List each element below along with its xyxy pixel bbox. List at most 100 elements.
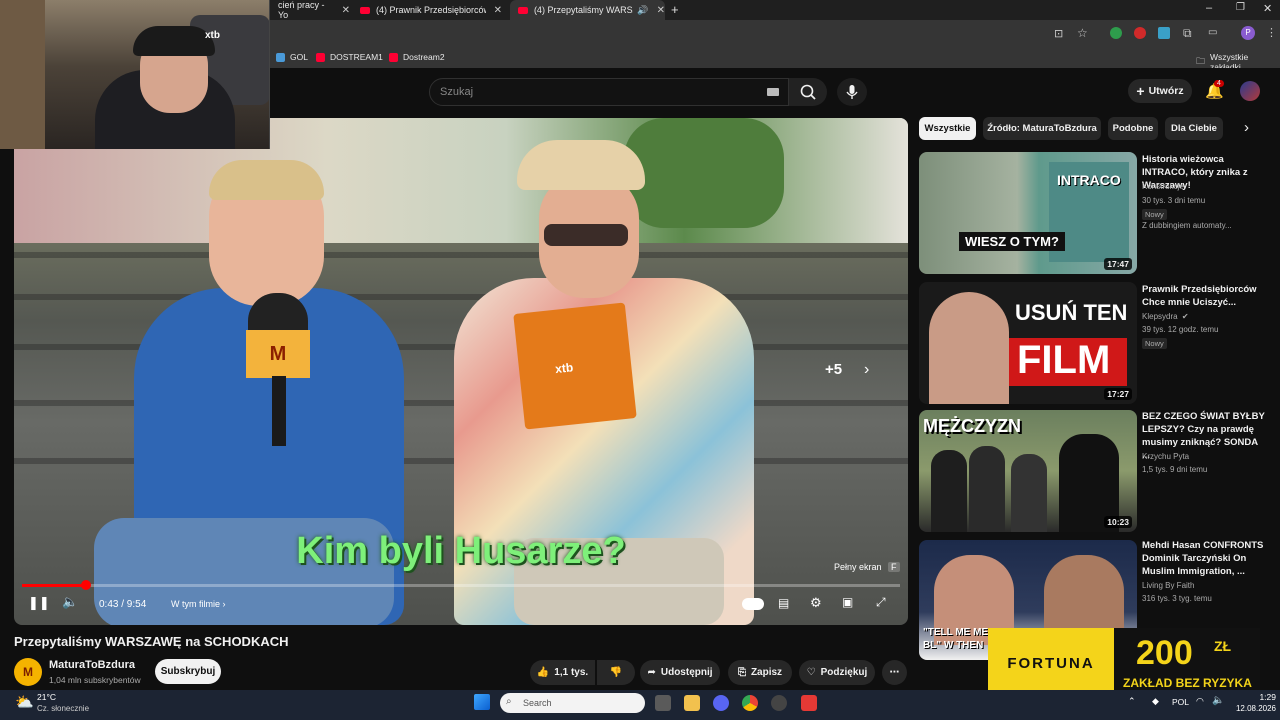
video-thumbnail[interactable]: MĘŻCZYZN 10:23 [919, 410, 1137, 532]
browser-tab[interactable]: cień pracy - Yo ✕ [270, 0, 350, 20]
settings-gear-icon[interactable]: ⚙ [810, 595, 822, 611]
account-avatar[interactable] [1240, 81, 1260, 101]
chip-for-you[interactable]: Dla Ciebie [1165, 117, 1223, 140]
gol-favicon-icon [276, 52, 285, 62]
minimize-icon[interactable]: – [1206, 2, 1212, 14]
voice-search-button[interactable] [837, 78, 867, 106]
search-icon: ⌕ [506, 696, 512, 707]
volume-icon[interactable]: 🔈 [62, 594, 78, 610]
audio-playing-icon[interactable]: 🔊 [637, 5, 648, 16]
chapters-button[interactable]: W tym filmie › [171, 599, 226, 609]
bookmark-dostream2[interactable]: Dostream2 [389, 52, 445, 62]
recommendation-channel[interactable]: Living By Faith [1142, 581, 1194, 590]
more-cards-label[interactable]: +5 [825, 361, 842, 378]
chevron-right-icon[interactable]: › [864, 361, 869, 379]
tab-label: cień pracy - Yo [278, 0, 325, 20]
speaker-icon[interactable]: 🔈 [1212, 695, 1224, 706]
save-button[interactable]: ⎘ Zapisz [728, 660, 792, 685]
tab-label: (4) Przepytaliśmy WARSZAW [533, 5, 633, 15]
progress-played [22, 584, 87, 587]
bookmark-dostream1[interactable]: DOSTREAM1 [316, 52, 383, 62]
extensions-puzzle-icon[interactable]: ⧉ [1183, 26, 1192, 41]
clock-time[interactable]: 1:29 [1232, 692, 1276, 702]
thanks-button[interactable]: ♡ Podziękuj [799, 660, 875, 685]
pause-icon[interactable]: ❚❚ [28, 595, 50, 611]
windows-start-icon[interactable] [474, 694, 490, 710]
verified-check-icon: ✔ [1181, 312, 1189, 321]
browser-tab[interactable]: (4) Prawnik Przedsiębiorców Ch ✕ [352, 0, 502, 20]
ad-brand-logo: FORTUNA [988, 628, 1114, 698]
subtitles-icon[interactable]: ▤ [778, 596, 789, 610]
autoplay-toggle[interactable] [742, 598, 764, 610]
video-duration: 17:27 [1104, 388, 1132, 400]
chip-similar[interactable]: Podobne [1108, 117, 1158, 140]
bookmark-gol[interactable]: GOL [276, 52, 308, 62]
like-button[interactable]: 👍 1,1 tys. [530, 660, 595, 685]
progress-bar[interactable] [22, 580, 900, 590]
discord-icon[interactable] [713, 695, 729, 711]
close-tab-icon[interactable]: ✕ [657, 5, 665, 16]
maximize-icon[interactable]: ❐ [1236, 2, 1245, 13]
fortuna-ad-banner[interactable]: FORTUNA 200 ZŁ ZAKŁAD BEZ RYZYKA [988, 628, 1260, 698]
chrome-icon[interactable] [742, 695, 758, 711]
recommendation-title[interactable]: Prawnik Przedsiębiorców Chce mnie Uciszy… [1142, 283, 1267, 309]
video-title: Przepytaliśmy WARSZAWĘ na SCHODKACH [14, 634, 289, 649]
recommendation-channel[interactable]: Klepsydra ✔ [1142, 312, 1189, 321]
bookmark-star-icon[interactable]: ☆ [1077, 26, 1088, 40]
tray-app-icon[interactable]: ◆ [1152, 696, 1159, 707]
share-button[interactable]: ➦ Udostępnij [640, 660, 720, 685]
video-player[interactable]: M xtb Kim byli Husarze? +5 › Pełny ekran… [14, 118, 908, 625]
taskbar-search[interactable]: ⌕ Search [500, 693, 645, 713]
more-actions-button[interactable]: ⋯ [882, 660, 907, 685]
channel-name[interactable]: MaturaToBzdura [49, 659, 135, 671]
extension-icon[interactable] [1134, 27, 1146, 39]
thumbnail-text: MĘŻCZYZN [923, 416, 1021, 436]
miniplayer-icon[interactable]: ▣ [842, 595, 853, 609]
fullscreen-icon[interactable]: ⤢ [876, 595, 886, 610]
chip-all[interactable]: Wszystkie [919, 117, 976, 140]
bookmark-label: DOSTREAM1 [330, 52, 383, 62]
straw-hat [517, 140, 645, 190]
chip-source[interactable]: Źródło: MaturaToBzdura [983, 117, 1101, 140]
channel-avatar[interactable]: M [14, 658, 42, 686]
task-view-icon[interactable] [655, 695, 671, 711]
tray-chevron-icon[interactable]: ⌃ [1128, 696, 1136, 707]
subscribe-button[interactable]: Subskrybuj [155, 659, 221, 684]
new-tab-button[interactable]: + [671, 2, 679, 17]
profile-avatar[interactable]: P [1241, 26, 1255, 40]
app-icon[interactable] [801, 695, 817, 711]
person-image [1011, 454, 1047, 532]
clipboard-logo: xtb [554, 360, 574, 377]
browser-tab-active[interactable]: (4) Przepytaliśmy WARSZAW 🔊 ✕ [510, 0, 665, 20]
install-app-icon[interactable]: ⊡ [1054, 27, 1063, 40]
tab-label: (4) Prawnik Przedsiębiorców Ch [375, 5, 486, 15]
search-input[interactable]: Szukaj [429, 78, 789, 106]
wifi-icon[interactable]: ◠ [1196, 696, 1204, 707]
video-thumbnail[interactable]: INTRACO WIESZ O TYM? 17:47 [919, 152, 1137, 274]
obs-icon[interactable] [771, 695, 787, 711]
dubbing-note: Z dubbingiem automaty... [1142, 221, 1232, 230]
weather-sun-icon[interactable]: ⛅ [15, 693, 34, 711]
chevron-right-icon[interactable]: › [1244, 119, 1249, 136]
create-button[interactable]: + Utwórz [1128, 79, 1192, 103]
extension-icon[interactable] [1110, 27, 1122, 39]
language-indicator[interactable]: POL [1172, 697, 1189, 707]
search-button[interactable] [789, 78, 827, 106]
video-thumbnail[interactable]: USUŃ TEN FILM 17:27 [919, 282, 1137, 404]
browser-menu-icon[interactable]: ⋮ [1266, 26, 1277, 39]
thumbs-up-icon: 👍 [536, 667, 550, 678]
recommendation-channel[interactable]: Krzychu Pyta [1142, 452, 1189, 461]
close-tab-icon[interactable]: ✕ [494, 5, 502, 16]
close-tab-icon[interactable]: ✕ [342, 5, 350, 16]
sidebar-panel-icon[interactable]: ▭ [1208, 27, 1217, 38]
close-window-icon[interactable]: ✕ [1263, 2, 1272, 15]
search-placeholder: Szukaj [440, 86, 474, 98]
file-explorer-icon[interactable] [684, 695, 700, 711]
dislike-button[interactable]: 👎 [597, 660, 635, 685]
recommendation-title[interactable]: Mehdi Hasan CONFRONTS Dominik Tarczyński… [1142, 539, 1267, 578]
recommendation-channel[interactable]: Konstrukcje [1142, 182, 1184, 191]
keyboard-icon[interactable] [767, 88, 779, 96]
progress-scrubber[interactable] [81, 580, 92, 590]
extension-icon[interactable] [1158, 27, 1170, 39]
clock-date[interactable]: 12.08.2026 [1226, 704, 1276, 713]
